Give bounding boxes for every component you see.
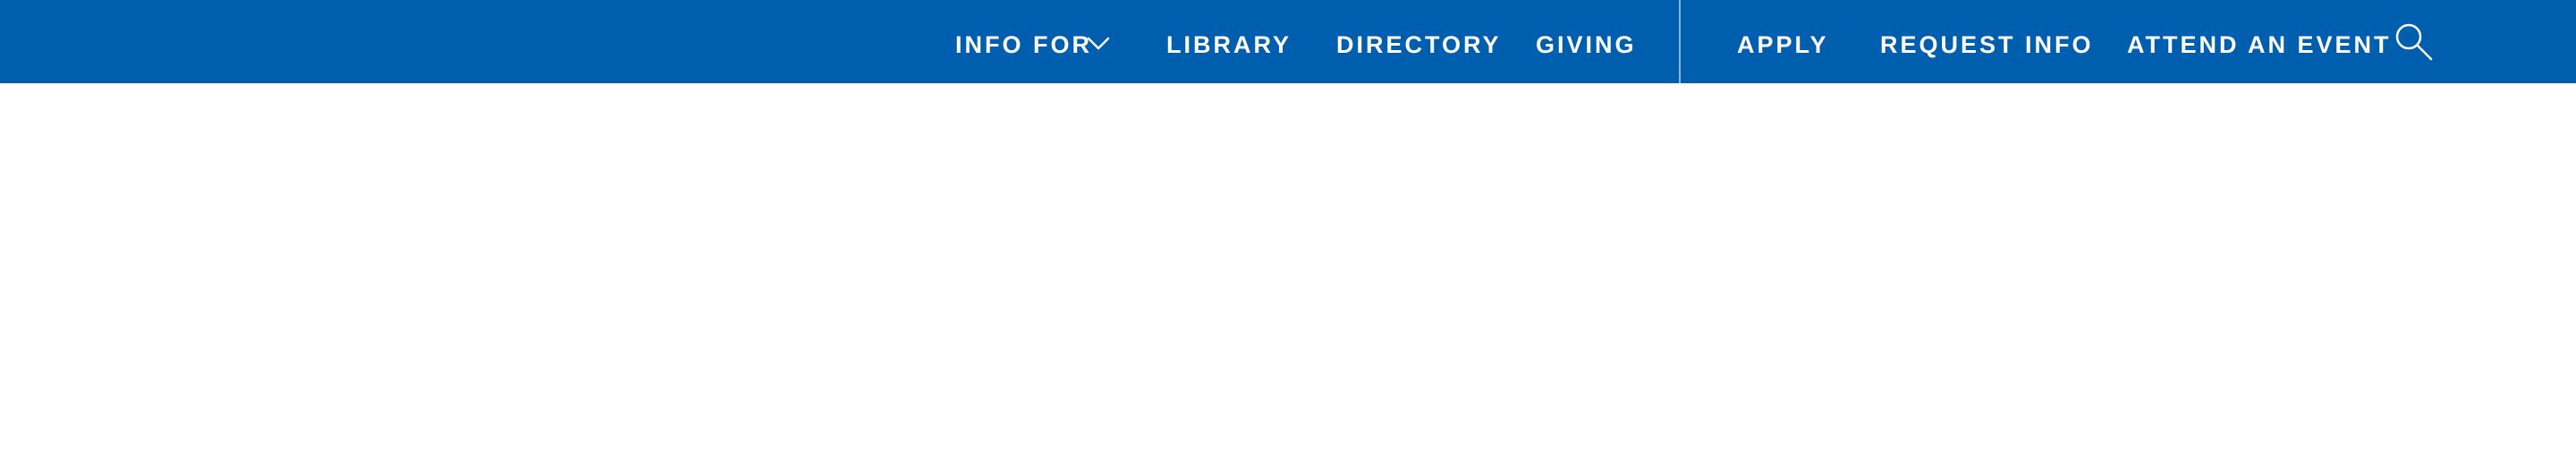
chevron-down-icon[interactable] [1087,32,1110,55]
nav-attend-an-event[interactable]: ATTEND AN EVENT [2127,0,2392,90]
nav-apply[interactable]: APPLY [1737,0,1829,90]
nav-library[interactable]: LIBRARY [1166,0,1292,90]
top-navigation-bar: INFO FOR LIBRARY DIRECTORY GIVING APPLY … [0,0,2576,83]
nav-directory[interactable]: DIRECTORY [1336,0,1502,90]
nav-giving[interactable]: GIVING [1536,0,1637,90]
nav-info-for[interactable]: INFO FOR [955,0,1092,90]
nav-divider [1679,0,1681,83]
nav-request-info[interactable]: REQUEST INFO [1880,0,2094,90]
page-content-area [0,83,2576,469]
search-icon[interactable] [2394,21,2435,63]
